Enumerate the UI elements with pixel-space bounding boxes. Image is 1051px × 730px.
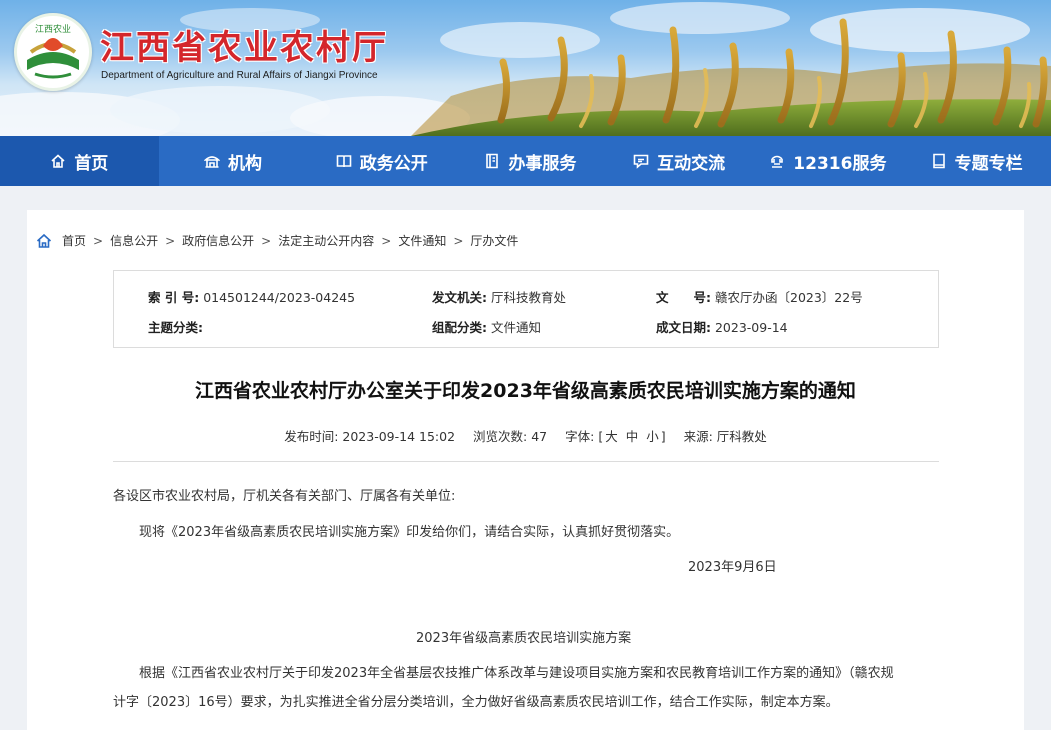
meta-index-value: 014501244/2023-04245 [203,290,356,305]
breadcrumb-office-docs[interactable]: 厅办文件 [470,232,518,249]
meta-topic: 主题分类: [148,317,203,336]
views-value: 47 [531,429,548,444]
nav-label-institution: 机构 [228,153,262,174]
meta-date: 成文日期: 2023-09-14 [656,317,788,336]
article-info-line: 发布时间: 2023-09-14 15:02 浏览次数: 47 字体: [大 中… [0,426,1051,445]
hotline-icon [771,155,784,168]
meta-docno-value: 赣农厅办函〔2023〕22号 [714,290,863,305]
nav-item-12316[interactable]: 12316服务 [754,136,903,186]
font-large-button[interactable]: 大 [605,429,618,444]
site-title: 江西省农业农村厅 [100,28,388,68]
breadcrumb-legal-content[interactable]: 法定主动公开内容 [278,232,374,249]
chat-icon [633,154,649,169]
article-sign-date: 2023年9月6日 [688,560,777,575]
meta-index-label: 索 引 号: [148,290,200,305]
main-nav: 首页 机构 政务公开 办事服务 互动交流 12316服务 专题专栏 [0,136,1051,186]
meta-issuer: 发文机关: 厅科技教育处 [432,287,566,306]
meta-docno: 文 号: 赣农厅办函〔2023〕22号 [656,287,863,306]
document-meta-box: 索 引 号: 014501244/2023-04245 发文机关: 厅科技教育处… [113,270,939,348]
breadcrumb-separator: > [93,233,104,248]
publish-time: 发布时间: 2023-09-14 15:02 [284,429,455,444]
nav-label-12316: 12316服务 [793,153,887,174]
article-title: 江西省农业农村厅办公室关于印发2023年省级高素质农民培训实施方案的通知 [195,380,856,402]
nav-item-gov-affairs[interactable]: 政务公开 [307,136,456,186]
breadcrumb-notices[interactable]: 文件通知 [398,232,446,249]
article-body-paragraph: 现将《2023年省级高素质农民培训实施方案》印发给你们，请结合实际，认真抓好贯彻… [139,525,680,540]
meta-index: 索 引 号: 014501244/2023-04245 [148,287,355,306]
meta-category-value: 文件通知 [490,320,541,335]
breadcrumb-separator: > [453,233,464,248]
article-salutation: 各设区市农业农村局，厅机关各有关部门、厅属各有关单位: [113,489,456,504]
book-icon [336,155,352,168]
site-subtitle: Department of Agriculture and Rural Affa… [101,70,378,81]
nav-item-interaction[interactable]: 互动交流 [605,136,754,186]
views-label: 浏览次数: [473,429,528,444]
breadcrumb-separator: > [165,233,176,248]
nav-item-institution[interactable]: 机构 [159,136,308,186]
article-source: 来源: 厅科教处 [684,429,767,444]
nav-label-home: 首页 [74,153,109,174]
nav-label-topics: 专题专栏 [954,153,1023,174]
fontsize-label: 字体: [565,429,595,444]
article-body-paragraph: 根据《江西省农业农村厅关于印发2023年全省基层农技推广体系改革与建设项目实施方… [139,666,894,681]
meta-category: 组配分类: 文件通知 [432,317,541,336]
plan-title: 2023年省级高素质农民培训实施方案 [416,631,632,646]
publish-label: 发布时间: [284,429,339,444]
meta-date-label: 成文日期: [656,320,711,335]
svg-text:江西农业: 江西农业 [35,23,71,35]
institution-icon [204,156,220,168]
meta-issuer-value: 厅科技教育处 [490,290,566,305]
meta-category-label: 组配分类: [432,320,487,335]
fontsize-open: [ [598,429,604,444]
divider [113,461,939,462]
publish-value: 2023-09-14 15:02 [342,429,456,444]
breadcrumb-gov-info[interactable]: 政府信息公开 [182,232,254,249]
document-icon [486,153,499,169]
meta-topic-label: 主题分类: [148,320,203,335]
site-banner: 江西农业 江西省农业农村厅 Department of Agriculture … [0,0,1051,136]
nav-label-gov-affairs: 政务公开 [359,153,428,174]
font-small-button[interactable]: 小 [646,429,659,444]
nav-label-services: 办事服务 [508,153,577,174]
fontsize-close: ] [660,429,666,444]
breadcrumb-home[interactable]: 首页 [62,232,86,249]
rice-field-decoration [411,18,1051,136]
breadcrumb: 首页 > 信息公开 > 政府信息公开 > 法定主动公开内容 > 文件通知 > 厅办文件 [36,232,518,249]
bookmark-icon [932,153,945,169]
site-logo[interactable]: 江西农业 [14,13,92,91]
meta-issuer-label: 发文机关: [432,290,487,305]
source-value: 厅科教处 [716,429,767,444]
view-count: 浏览次数: 47 [473,429,547,444]
nav-label-interaction: 互动交流 [657,153,726,174]
home-icon[interactable] [36,233,52,249]
article-body-paragraph: 计字〔2023〕16号）要求，为扎实推进全省分层分类培训，全力做好省级高素质农民… [113,695,839,710]
meta-date-value: 2023-09-14 [714,320,788,335]
home-icon [51,154,65,168]
nav-item-services[interactable]: 办事服务 [456,136,605,186]
nav-item-home[interactable]: 首页 [0,136,159,186]
font-medium-button[interactable]: 中 [626,429,639,444]
meta-docno-label: 文 号: [656,290,711,305]
jiangxi-agri-logo-icon: 江西农业 [19,18,87,86]
breadcrumb-separator: > [381,233,392,248]
source-label: 来源: [683,429,713,444]
font-size-switch: 字体: [大 中 小] [565,429,666,444]
breadcrumb-separator: > [261,233,272,248]
breadcrumb-info-public[interactable]: 信息公开 [110,232,158,249]
nav-item-topics[interactable]: 专题专栏 [902,136,1051,186]
